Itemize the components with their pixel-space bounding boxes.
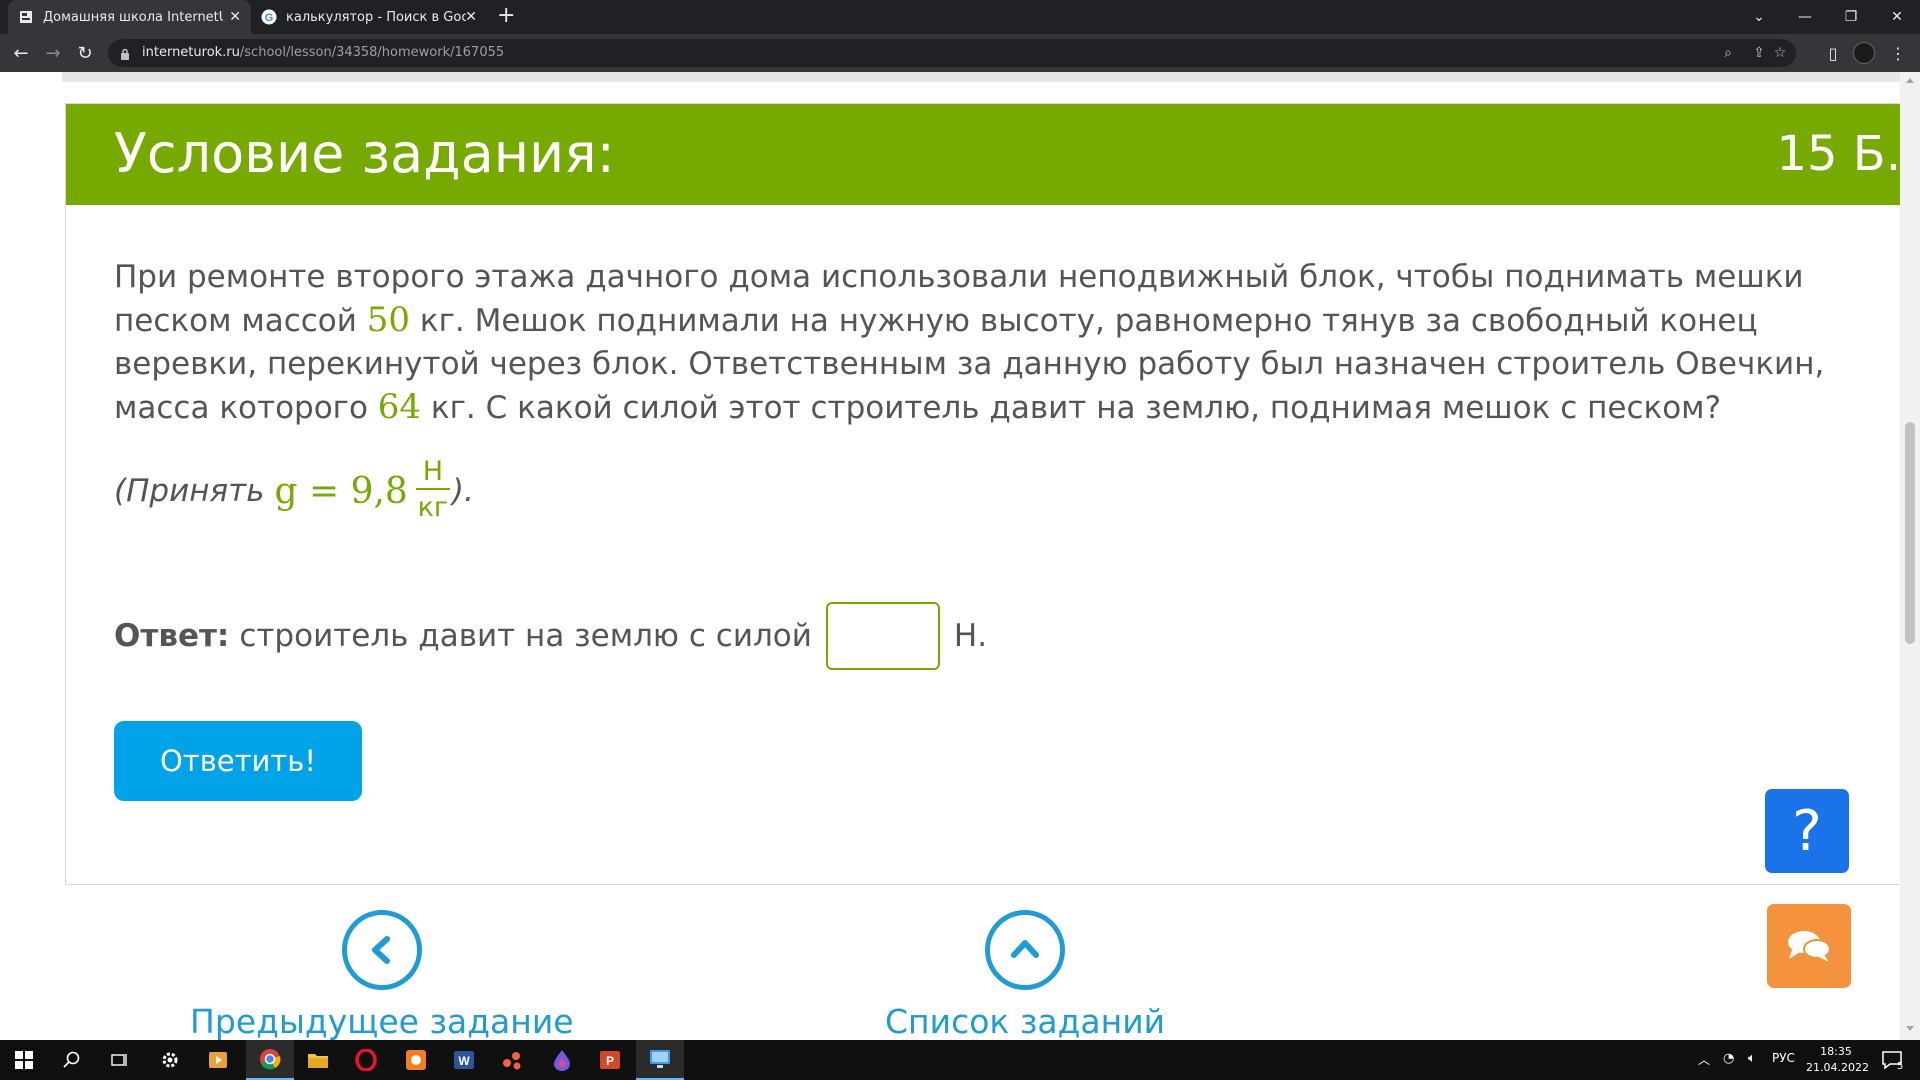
media-player-icon[interactable] [194,1040,242,1080]
answer-row: Ответ: строитель давит на землю с силой … [114,601,987,671]
opera-icon[interactable] [342,1040,390,1080]
language-indicator[interactable]: РУС [1772,1051,1795,1065]
task-points: 15 Б. [1776,126,1901,182]
remote-desktop-icon[interactable] [636,1040,684,1080]
tab-title: Домашняя школа InternetUrok.r [43,9,223,25]
new-tab-plus-icon[interactable]: + [497,3,515,28]
help-question-button[interactable]: ? [1765,789,1849,873]
clock-time: 18:35 [1820,1045,1852,1058]
notifications-icon[interactable]: 5 [1868,1040,1916,1080]
dots-app-icon[interactable] [488,1040,536,1080]
chevron-up-icon [985,910,1066,990]
page-scrollbar[interactable] [1900,72,1920,1040]
paint-app-icon[interactable] [392,1040,440,1080]
minimize-icon[interactable]: — [1782,0,1828,34]
previous-task-link[interactable]: Предыдущее задание [190,910,574,1040]
fraction-denominator: кг [417,492,449,523]
wifi-icon[interactable]: ◔ [1723,1051,1734,1066]
drop-app-icon[interactable] [538,1040,586,1080]
scroll-up-arrow-icon[interactable] [1906,78,1914,83]
tray-chevron-up-icon[interactable]: ︿ [1698,1051,1710,1068]
url-path: /school/lesson/34358/homework/167055 [239,45,505,60]
forward-arrow-icon[interactable]: → [40,40,66,66]
svg-text:P: P [606,1054,614,1068]
tab-google-search[interactable]: G калькулятор - Поиск в Google ✕ [251,0,487,34]
previous-task-label: Предыдущее задание [190,1002,574,1040]
volume-icon[interactable]: 🔈︎ [1748,1051,1756,1066]
url-host: interneturok.ru [142,45,240,60]
task-statement: При ремонте второго этажа дачного дома и… [114,256,1874,430]
answer-unit: Н. [953,618,988,654]
interneturok-favicon-icon [18,9,34,25]
task-header-title: Условие задания: [114,122,615,185]
task-number: 64 [377,387,422,427]
task-view-icon[interactable] [96,1040,144,1080]
clock[interactable]: 18:35 21.04.2022 [1806,1044,1869,1076]
menu-kebab-icon[interactable]: ⋮ [1885,40,1911,66]
lock-icon [120,46,130,65]
file-explorer-icon[interactable] [294,1040,342,1080]
reload-icon[interactable]: ↻ [72,40,98,66]
google-favicon-icon: G [261,9,277,25]
submit-answer-button[interactable]: Ответить! [114,721,362,801]
clock-date: 21.04.2022 [1806,1061,1869,1074]
task-header: Условие задания: 15 Б. [66,104,1901,205]
address-bar[interactable]: interneturok.ru/school/lesson/34358/home… [108,39,1796,67]
fraction-numerator: Н [422,456,443,487]
side-panel-icon[interactable]: ▯ [1820,40,1846,66]
task-list-link[interactable]: Список заданий [885,910,1165,1040]
svg-text:G: G [265,12,274,24]
browser-toolbar: ← → ↻ interneturok.ru/school/lesson/3435… [0,34,1920,72]
profile-avatar[interactable] [1853,42,1875,64]
scroll-down-arrow-icon[interactable] [1906,1026,1914,1031]
tab-interneturok[interactable]: Домашняя школа InternetUrok.r ✕ [8,0,251,34]
back-arrow-icon[interactable]: ← [8,40,34,66]
bookmark-star-icon[interactable]: ☆ [1770,43,1790,63]
answer-input[interactable] [825,602,940,670]
windows-taskbar: W P ︿ ◔ 🔈︎ РУС 18:35 21.04.2022 5 [0,1040,1920,1080]
task-number: 50 [366,300,411,340]
svg-text:W: W [458,1054,470,1068]
close-window-icon[interactable]: ✕ [1874,0,1920,34]
chat-bubbles-icon [1788,931,1831,962]
task-text-part: кг. С какой силой этот строитель давит н… [421,390,1722,426]
answer-label: Ответ: [114,618,230,654]
restore-icon[interactable]: ❐ [1828,0,1874,34]
tab-title: калькулятор - Поиск в Google [286,9,466,25]
share-icon[interactable]: ⇪ [1749,43,1769,63]
task-list-label: Список заданий [885,1002,1166,1040]
start-windows-icon[interactable] [0,1040,48,1080]
hint-formula: g = 9,8 [274,470,408,512]
page-viewport: Условие задания: 15 Б. При ремонте второ… [0,72,1920,1040]
close-tab-icon[interactable]: ✕ [229,9,241,25]
zoom-icon[interactable]: ⌕ [1718,43,1738,63]
top-divider [62,72,1900,82]
chevron-left-icon [341,910,422,990]
search-icon[interactable] [48,1040,96,1080]
hint-unit-fraction: Н кг [415,456,450,526]
scroll-thumb[interactable] [1905,422,1915,644]
browser-tab-strip: Домашняя школа InternetUrok.r ✕ G кальку… [0,0,1920,34]
settings-gear-icon[interactable] [146,1040,194,1080]
task-hint: (Принять g = 9,8 Н кг ). [114,450,474,532]
chrome-icon[interactable] [246,1040,294,1080]
task-card: Условие задания: 15 Б. При ремонте второ… [65,103,1901,885]
chat-button[interactable] [1767,904,1851,988]
close-tab-icon[interactable]: ✕ [465,9,477,25]
powerpoint-icon[interactable]: P [586,1040,634,1080]
hint-suffix: ). [451,473,474,509]
tab-search-chevron-icon[interactable]: ⌄ [1736,0,1782,34]
word-icon[interactable]: W [440,1040,488,1080]
notifications-count: 5 [1897,1061,1904,1072]
hint-prefix: (Принять [114,473,265,509]
answer-text: строитель давит на землю с силой [239,618,812,654]
url-text: interneturok.ru/school/lesson/34358/home… [142,45,504,60]
